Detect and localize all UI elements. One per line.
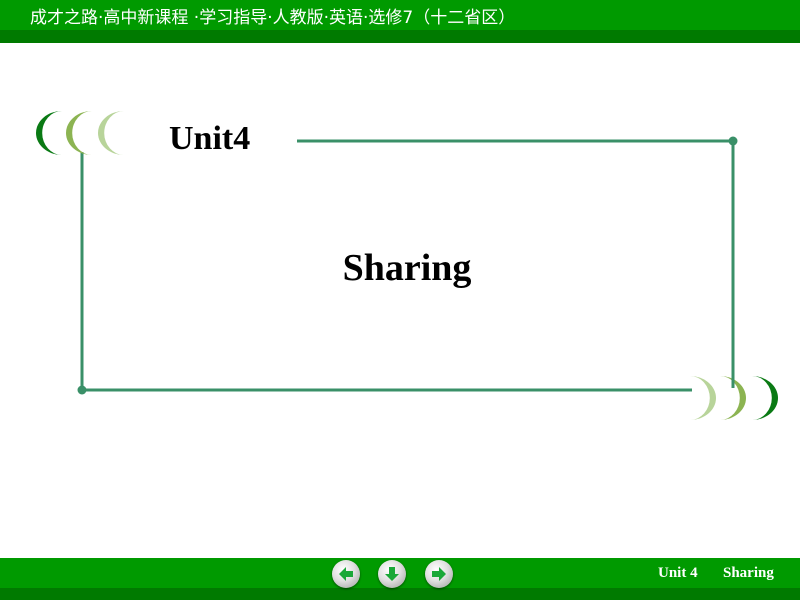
arrow-down-icon xyxy=(385,567,399,581)
crescent-shape xyxy=(98,111,124,155)
slide-frame xyxy=(36,111,778,420)
crescent-shape xyxy=(752,376,778,420)
frame-corner-dot xyxy=(77,385,87,395)
footer-unit-label: Unit 4 xyxy=(658,565,698,581)
crescent-shape xyxy=(66,111,92,155)
next-slide-button[interactable] xyxy=(425,560,453,588)
crescent-shape xyxy=(690,376,716,420)
unit-label: Unit4 xyxy=(169,120,251,157)
home-slide-button[interactable] xyxy=(378,560,406,588)
crescent-shape xyxy=(36,111,62,155)
previous-slide-button[interactable] xyxy=(332,560,360,588)
arrow-left-icon xyxy=(339,567,353,581)
slide-title: Sharing xyxy=(342,247,472,289)
footer-bar-shadow xyxy=(0,588,800,600)
frame-corner-dot xyxy=(728,136,738,146)
arrow-right-icon xyxy=(432,567,446,581)
crescent-decoration-left xyxy=(36,111,124,155)
footer-topic-label: Sharing xyxy=(723,565,774,581)
